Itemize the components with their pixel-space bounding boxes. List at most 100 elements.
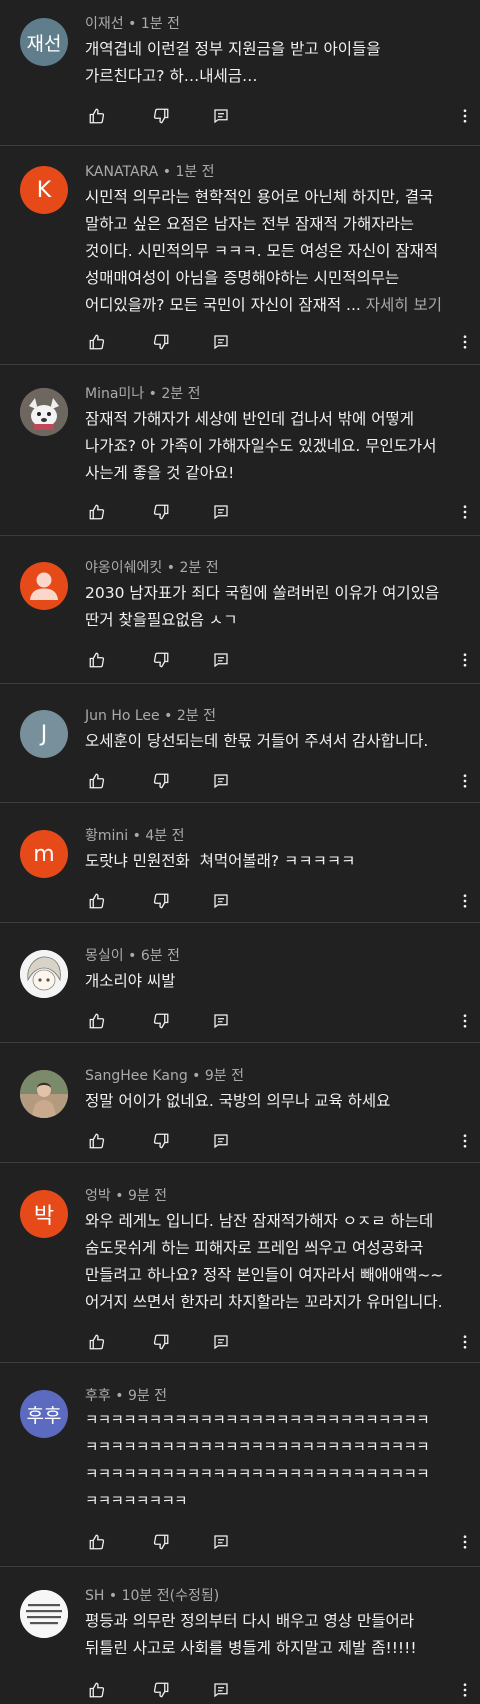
comment-actions bbox=[85, 330, 467, 354]
more-vert-icon bbox=[463, 1014, 467, 1028]
comment-text: 도랏냐 민원전화 쳐먹어볼래? ㅋㅋㅋㅋㅋ bbox=[85, 852, 356, 870]
comment-author[interactable]: SangHee Kang bbox=[85, 1068, 188, 1084]
comment-actions bbox=[85, 1530, 467, 1554]
reply-button[interactable] bbox=[209, 500, 233, 524]
avatar[interactable] bbox=[20, 950, 68, 998]
comment-time: 9분 전 bbox=[127, 1388, 168, 1404]
comment-author[interactable]: Mina미나 bbox=[85, 386, 144, 402]
reply-button[interactable] bbox=[209, 769, 233, 793]
like-button[interactable] bbox=[85, 330, 109, 354]
more-menu-button[interactable] bbox=[453, 769, 477, 793]
comment-text: 개역겹네 이런걸 정부 지원금을 받고 아이들을 가르친다고? 하…내세금… bbox=[85, 40, 381, 85]
avatar[interactable] bbox=[20, 1070, 68, 1118]
dislike-button[interactable] bbox=[149, 1009, 173, 1033]
more-menu-button[interactable] bbox=[453, 500, 477, 524]
dislike-button[interactable] bbox=[149, 1129, 173, 1153]
comment-time: 6분 전 bbox=[140, 948, 180, 964]
like-button[interactable] bbox=[85, 1678, 109, 1702]
avatar[interactable]: K bbox=[20, 166, 68, 214]
avatar[interactable]: 후후 bbox=[20, 1390, 68, 1438]
comment-author[interactable]: 야옹이쉐에킷 bbox=[85, 560, 162, 576]
reply-button[interactable] bbox=[209, 1009, 233, 1033]
like-button[interactable] bbox=[85, 648, 109, 672]
more-vert-icon bbox=[463, 505, 467, 519]
reply-button[interactable] bbox=[209, 1330, 233, 1354]
more-menu-button[interactable] bbox=[453, 648, 477, 672]
default-user-icon bbox=[30, 572, 58, 600]
comment-time: 1분 전 bbox=[140, 16, 180, 32]
thumbs-up-icon bbox=[89, 652, 105, 668]
like-button[interactable] bbox=[85, 500, 109, 524]
dislike-button[interactable] bbox=[149, 500, 173, 524]
dislike-button[interactable] bbox=[149, 648, 173, 672]
avatar[interactable]: J bbox=[20, 710, 68, 758]
dislike-button[interactable] bbox=[149, 1530, 173, 1554]
more-vert-icon bbox=[463, 1683, 467, 1697]
comment-author[interactable]: KANATARA bbox=[85, 164, 158, 180]
comment-author[interactable]: SH bbox=[85, 1588, 104, 1604]
like-button[interactable] bbox=[85, 104, 109, 128]
avatar-initials: K bbox=[36, 177, 52, 203]
comment-author[interactable]: 엉박 bbox=[85, 1188, 111, 1204]
comment-author[interactable]: Jun Ho Lee bbox=[85, 708, 160, 724]
dislike-button[interactable] bbox=[149, 1678, 173, 1702]
comment-time: 2분 전 bbox=[161, 386, 201, 402]
more-menu-button[interactable] bbox=[453, 1530, 477, 1554]
more-menu-button[interactable] bbox=[453, 1009, 477, 1033]
comment-time: 2분 전 bbox=[179, 560, 219, 576]
comment-item: 후후 후후 • 9분 전 ㅋㅋㅋㅋㅋㅋㅋㅋㅋㅋㅋㅋㅋㅋㅋㅋㅋㅋㅋㅋㅋㅋㅋㅋㅋㅋㅋ… bbox=[0, 1386, 480, 1556]
like-button[interactable] bbox=[85, 1330, 109, 1354]
more-vert-icon bbox=[463, 1535, 467, 1549]
reply-button[interactable] bbox=[209, 104, 233, 128]
avatar[interactable] bbox=[20, 1590, 68, 1638]
reply-button[interactable] bbox=[209, 1678, 233, 1702]
reply-button[interactable] bbox=[209, 648, 233, 672]
divider bbox=[0, 683, 480, 684]
divider bbox=[0, 1162, 480, 1163]
like-button[interactable] bbox=[85, 1009, 109, 1033]
avatar[interactable]: m bbox=[20, 830, 68, 878]
comment-time: 9분 전 bbox=[204, 1068, 244, 1084]
dog-photo-icon bbox=[20, 388, 68, 436]
avatar[interactable] bbox=[20, 562, 68, 610]
avatar[interactable]: 박 bbox=[20, 1190, 68, 1238]
thumbs-up-icon bbox=[89, 1133, 105, 1149]
comment-author[interactable]: 황mini bbox=[85, 828, 128, 844]
divider bbox=[0, 145, 480, 146]
avatar[interactable] bbox=[20, 388, 68, 436]
dislike-button[interactable] bbox=[149, 330, 173, 354]
thumbs-down-icon bbox=[153, 1534, 169, 1550]
like-button[interactable] bbox=[85, 889, 109, 913]
dislike-button[interactable] bbox=[149, 889, 173, 913]
thumbs-up-icon bbox=[89, 893, 105, 909]
dislike-button[interactable] bbox=[149, 769, 173, 793]
dislike-button[interactable] bbox=[149, 104, 173, 128]
comment-actions bbox=[85, 1129, 467, 1153]
more-menu-button[interactable] bbox=[453, 1678, 477, 1702]
comment-author[interactable]: 이재선 bbox=[85, 16, 124, 32]
dislike-button[interactable] bbox=[149, 1330, 173, 1354]
comment-author[interactable]: 몽실이 bbox=[85, 948, 124, 964]
more-menu-button[interactable] bbox=[453, 1330, 477, 1354]
comment-meta: 야옹이쉐에킷 • 2분 전 bbox=[85, 560, 219, 576]
thumbs-down-icon bbox=[153, 893, 169, 909]
like-button[interactable] bbox=[85, 1129, 109, 1153]
like-button[interactable] bbox=[85, 1530, 109, 1554]
avatar[interactable]: 재선 bbox=[20, 18, 68, 66]
divider bbox=[0, 364, 480, 365]
reply-button[interactable] bbox=[209, 1530, 233, 1554]
more-menu-button[interactable] bbox=[453, 889, 477, 913]
more-menu-button[interactable] bbox=[453, 330, 477, 354]
reply-button[interactable] bbox=[209, 889, 233, 913]
more-menu-button[interactable] bbox=[453, 104, 477, 128]
reply-icon bbox=[214, 109, 228, 124]
like-button[interactable] bbox=[85, 769, 109, 793]
comment-author[interactable]: 후후 bbox=[85, 1388, 111, 1404]
read-more-link[interactable]: 자세히 보기 bbox=[366, 296, 442, 314]
comment-actions bbox=[85, 104, 467, 128]
reply-button[interactable] bbox=[209, 1129, 233, 1153]
reply-button[interactable] bbox=[209, 330, 233, 354]
thumbs-up-icon bbox=[89, 108, 105, 124]
more-menu-button[interactable] bbox=[453, 1129, 477, 1153]
comment-item: K KANATARA • 1분 전 시민적 의무라는 현학적인 용어로 아닌체 … bbox=[0, 162, 480, 352]
